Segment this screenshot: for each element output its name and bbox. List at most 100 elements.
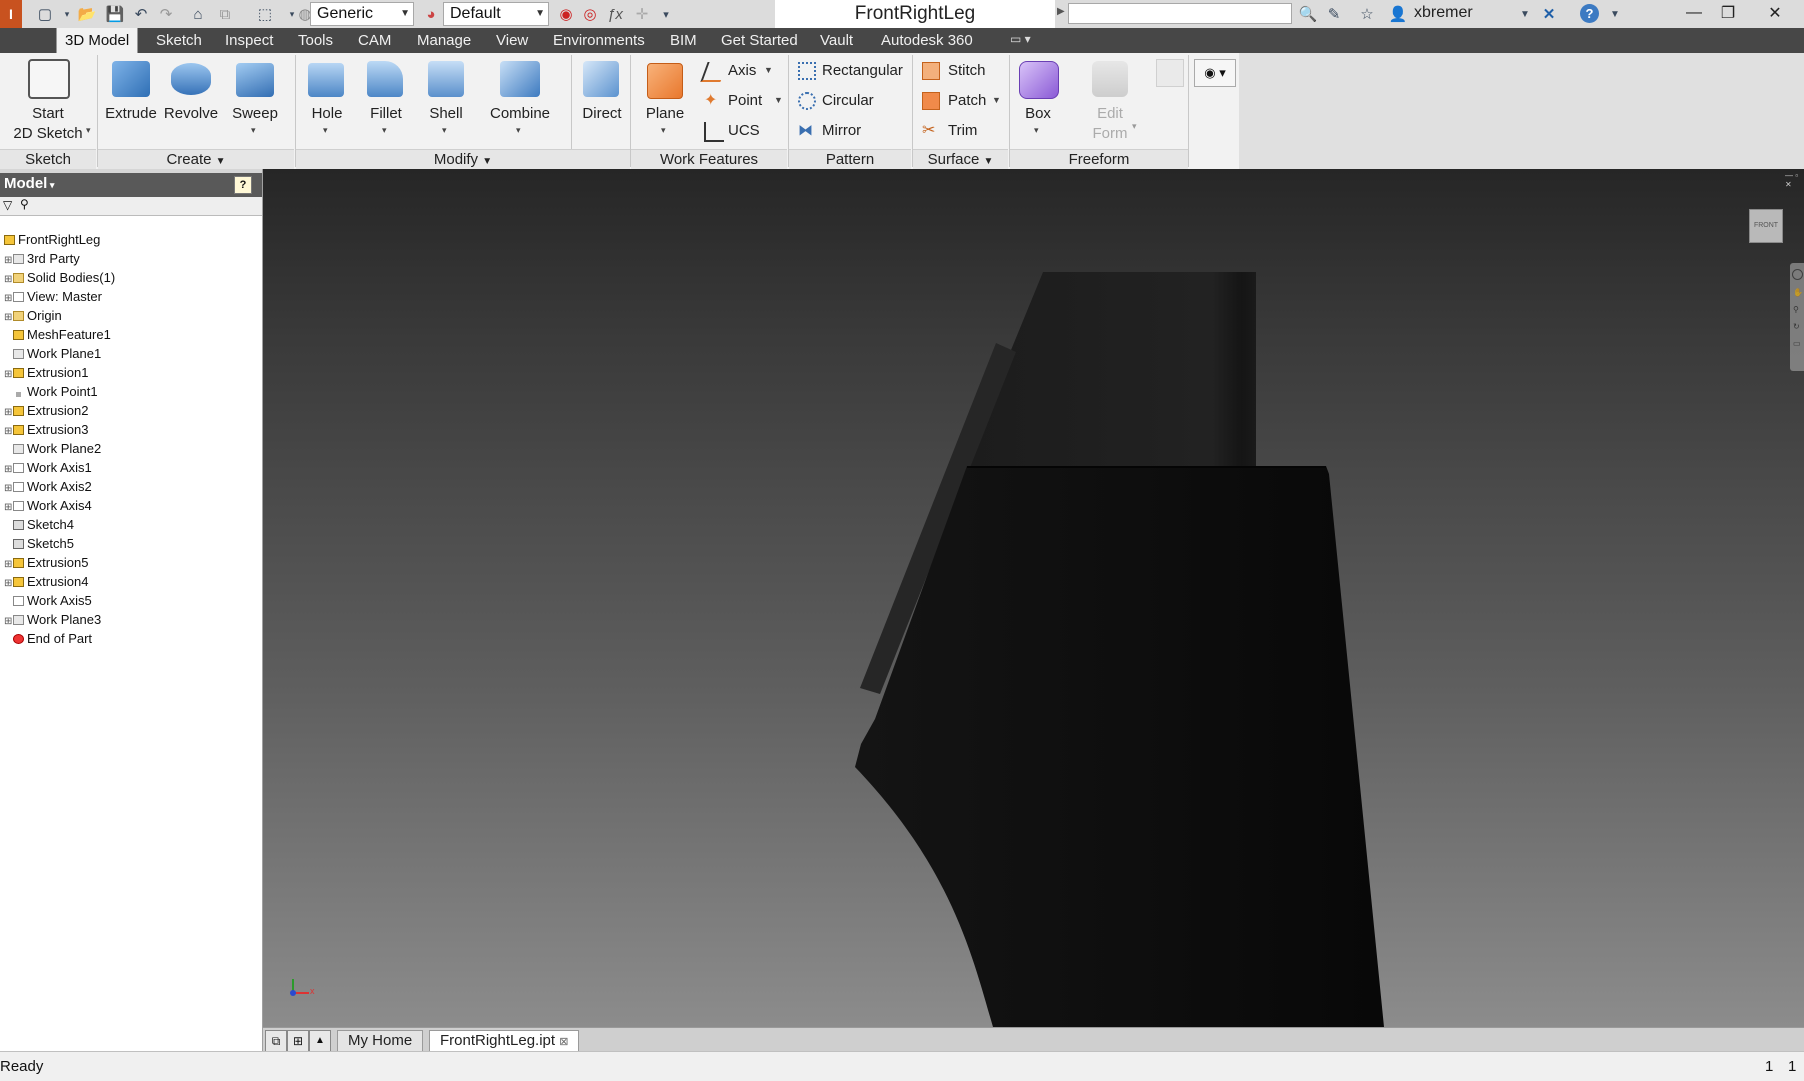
tree-item-part[interactable]: FrontRightLeg — [4, 231, 100, 249]
ucs-button[interactable]: UCS — [702, 120, 782, 142]
tab-cam[interactable]: CAM — [350, 28, 399, 53]
mirror-button[interactable]: ⧓ Mirror — [796, 120, 908, 142]
material-select[interactable]: Generic ▼ — [310, 2, 414, 26]
browser-help-icon[interactable]: ? — [234, 176, 252, 194]
tree-item-extrusion2[interactable]: ⊞ Extrusion2 — [4, 402, 88, 420]
select-icon[interactable]: ⬚ — [254, 3, 276, 25]
tab-tools[interactable]: Tools — [290, 28, 341, 53]
zoom-icon[interactable]: ⚲ — [1793, 305, 1801, 314]
viewport-window-controls[interactable]: — ▫ ✕ — [1785, 171, 1804, 189]
tree-item-3rd-party[interactable]: ⊞ 3rd Party — [4, 250, 80, 268]
tree-item-extrusion3[interactable]: ⊞ Extrusion3 — [4, 421, 88, 439]
tree-item-sketch5[interactable]: Sketch5 — [4, 535, 74, 553]
extrude-button[interactable]: Extrude — [104, 55, 158, 147]
ribbon-display-icon[interactable]: ▭ ▾ — [1010, 32, 1031, 46]
tree-item-work-axis4[interactable]: ⊞ Work Axis4 — [4, 497, 92, 515]
help-dropdown-icon[interactable]: ▼ — [1604, 3, 1626, 25]
tree-item-view-master[interactable]: ⊞ View: Master — [4, 288, 102, 306]
tab-get-started[interactable]: Get Started — [713, 28, 806, 53]
look-at-icon[interactable]: ▭ — [1793, 339, 1801, 348]
tree-item-work-plane3[interactable]: ⊞ Work Plane3 — [4, 611, 101, 629]
tree-item-extrusion5[interactable]: ⊞ Extrusion5 — [4, 554, 88, 572]
panel-pattern[interactable]: Pattern — [789, 149, 911, 170]
customize-qat-icon[interactable]: ▾ — [655, 3, 677, 25]
username[interactable]: xbremer — [1414, 4, 1473, 22]
tree-item-meshfeature1[interactable]: MeshFeature1 — [4, 326, 111, 344]
new-file-icon[interactable]: ▢ — [34, 3, 56, 25]
browser-title[interactable]: Model ▾ — [4, 175, 54, 192]
tab-bim[interactable]: BIM — [662, 28, 705, 53]
navigation-bar[interactable]: ✋ ⚲ ↻ ▭ — [1790, 263, 1804, 371]
tree-item-extrusion4[interactable]: ⊞ Extrusion4 — [4, 573, 88, 591]
panel-modify[interactable]: Modify ▼ — [296, 149, 630, 170]
help-icon[interactable]: ? — [1580, 4, 1599, 23]
tree-item-extrusion1[interactable]: ⊞ Extrusion1 — [4, 364, 88, 382]
tab-inspect[interactable]: Inspect — [217, 28, 281, 53]
user-dropdown-icon[interactable]: ▼ — [1514, 3, 1536, 25]
update-icon[interactable]: ⧉ — [214, 3, 236, 25]
customize-ribbon-icon[interactable]: ◉ ▾ — [1194, 59, 1236, 87]
direct-button[interactable]: Direct — [576, 55, 628, 147]
undo-icon[interactable]: ↶ — [130, 3, 152, 25]
tile-icon[interactable]: ⊞ — [287, 1030, 309, 1052]
orbit-icon[interactable]: ↻ — [1793, 322, 1801, 331]
edit-form-button[interactable]: Edit Form ▾ — [1084, 55, 1137, 147]
find-icon[interactable]: ⚲ — [20, 197, 29, 211]
clear-appearance-icon[interactable]: ◉ — [555, 3, 577, 25]
panel-sketch[interactable]: Sketch — [0, 149, 96, 170]
tab-vault[interactable]: Vault — [812, 28, 861, 53]
convert-icon[interactable] — [1156, 59, 1184, 87]
point-button[interactable]: ✦ Point ▼ — [702, 90, 783, 112]
search-icon[interactable]: 🔍 — [1297, 3, 1319, 25]
restore-button[interactable]: ❐ — [1704, 0, 1752, 26]
doc-tab-my-home[interactable]: My Home — [337, 1030, 424, 1052]
tab-environments[interactable]: Environments — [545, 28, 653, 53]
rectangular-pattern-button[interactable]: Rectangular — [796, 60, 908, 82]
tab-autodesk-360[interactable]: Autodesk 360 — [873, 28, 981, 53]
help-search-input[interactable] — [1068, 3, 1292, 24]
close-tab-icon[interactable]: ⊠ — [559, 1036, 568, 1048]
parameters-icon[interactable]: ƒx — [604, 3, 626, 25]
panel-freeform[interactable]: Freeform — [1010, 149, 1188, 170]
favorites-icon[interactable]: ☆ — [1356, 3, 1378, 25]
patch-button[interactable]: Patch ▼ — [920, 90, 1006, 112]
filter-icon[interactable]: ▽ — [3, 198, 12, 212]
tree-item-work-point1[interactable]: Work Point1 — [4, 383, 98, 401]
combine-button[interactable]: Combine ▾ — [484, 55, 556, 147]
measure-icon[interactable]: ✛ — [631, 3, 653, 25]
tree-item-work-plane2[interactable]: Work Plane2 — [4, 440, 101, 458]
stitch-button[interactable]: Stitch — [920, 60, 1006, 82]
panel-surface[interactable]: Surface ▼ — [913, 149, 1008, 170]
redo-icon[interactable]: ↷ — [155, 3, 177, 25]
close-button[interactable]: ✕ — [1746, 0, 1804, 26]
tree-item-solid-bodies[interactable]: ⊞ Solid Bodies(1) — [4, 269, 115, 287]
axis-button[interactable]: Axis ▼ — [700, 60, 782, 82]
expand-tabs-icon[interactable]: ▲ — [309, 1030, 331, 1052]
tree-item-origin[interactable]: ⊞ Origin — [4, 307, 62, 325]
tree-item-sketch4[interactable]: Sketch4 — [4, 516, 74, 534]
home-icon[interactable]: ⌂ — [187, 3, 209, 25]
tab-manage[interactable]: Manage — [409, 28, 479, 53]
tree-item-end-of-part[interactable]: End of Part — [4, 630, 92, 648]
tab-view[interactable]: View — [488, 28, 536, 53]
graphics-window[interactable]: FRONT — ▫ ✕ ✋ ⚲ ↻ ▭ x — [263, 169, 1804, 1027]
search-expand-icon[interactable]: ▶ — [1057, 6, 1065, 17]
circular-pattern-button[interactable]: Circular — [796, 90, 908, 112]
steering-wheel-icon[interactable] — [1792, 269, 1803, 280]
tab-sketch[interactable]: Sketch — [148, 28, 210, 53]
tab-3d-model[interactable]: 3D Model — [56, 28, 139, 53]
sweep-button[interactable]: Sweep ▾ — [226, 55, 284, 147]
exchange-icon[interactable]: ✕ — [1538, 3, 1560, 25]
user-icon[interactable]: 👤 — [1387, 3, 1409, 25]
revolve-button[interactable]: Revolve — [162, 55, 220, 147]
pan-icon[interactable]: ✋ — [1793, 288, 1803, 297]
start-2d-sketch-button[interactable]: Start 2D Sketch ▾ — [4, 55, 92, 147]
hole-button[interactable]: Hole ▾ — [302, 55, 352, 147]
viewcube[interactable]: FRONT — [1749, 209, 1783, 243]
subscription-icon[interactable]: ✎ — [1323, 3, 1345, 25]
trim-button[interactable]: ✂ Trim — [920, 120, 1006, 142]
tree-item-work-axis1[interactable]: ⊞ Work Axis1 — [4, 459, 92, 477]
fillet-button[interactable]: Fillet ▾ — [360, 55, 412, 147]
open-file-icon[interactable]: 📂 — [76, 3, 98, 25]
doc-tab-frontrightleg[interactable]: FrontRightLeg.ipt ⊠ — [429, 1030, 580, 1052]
